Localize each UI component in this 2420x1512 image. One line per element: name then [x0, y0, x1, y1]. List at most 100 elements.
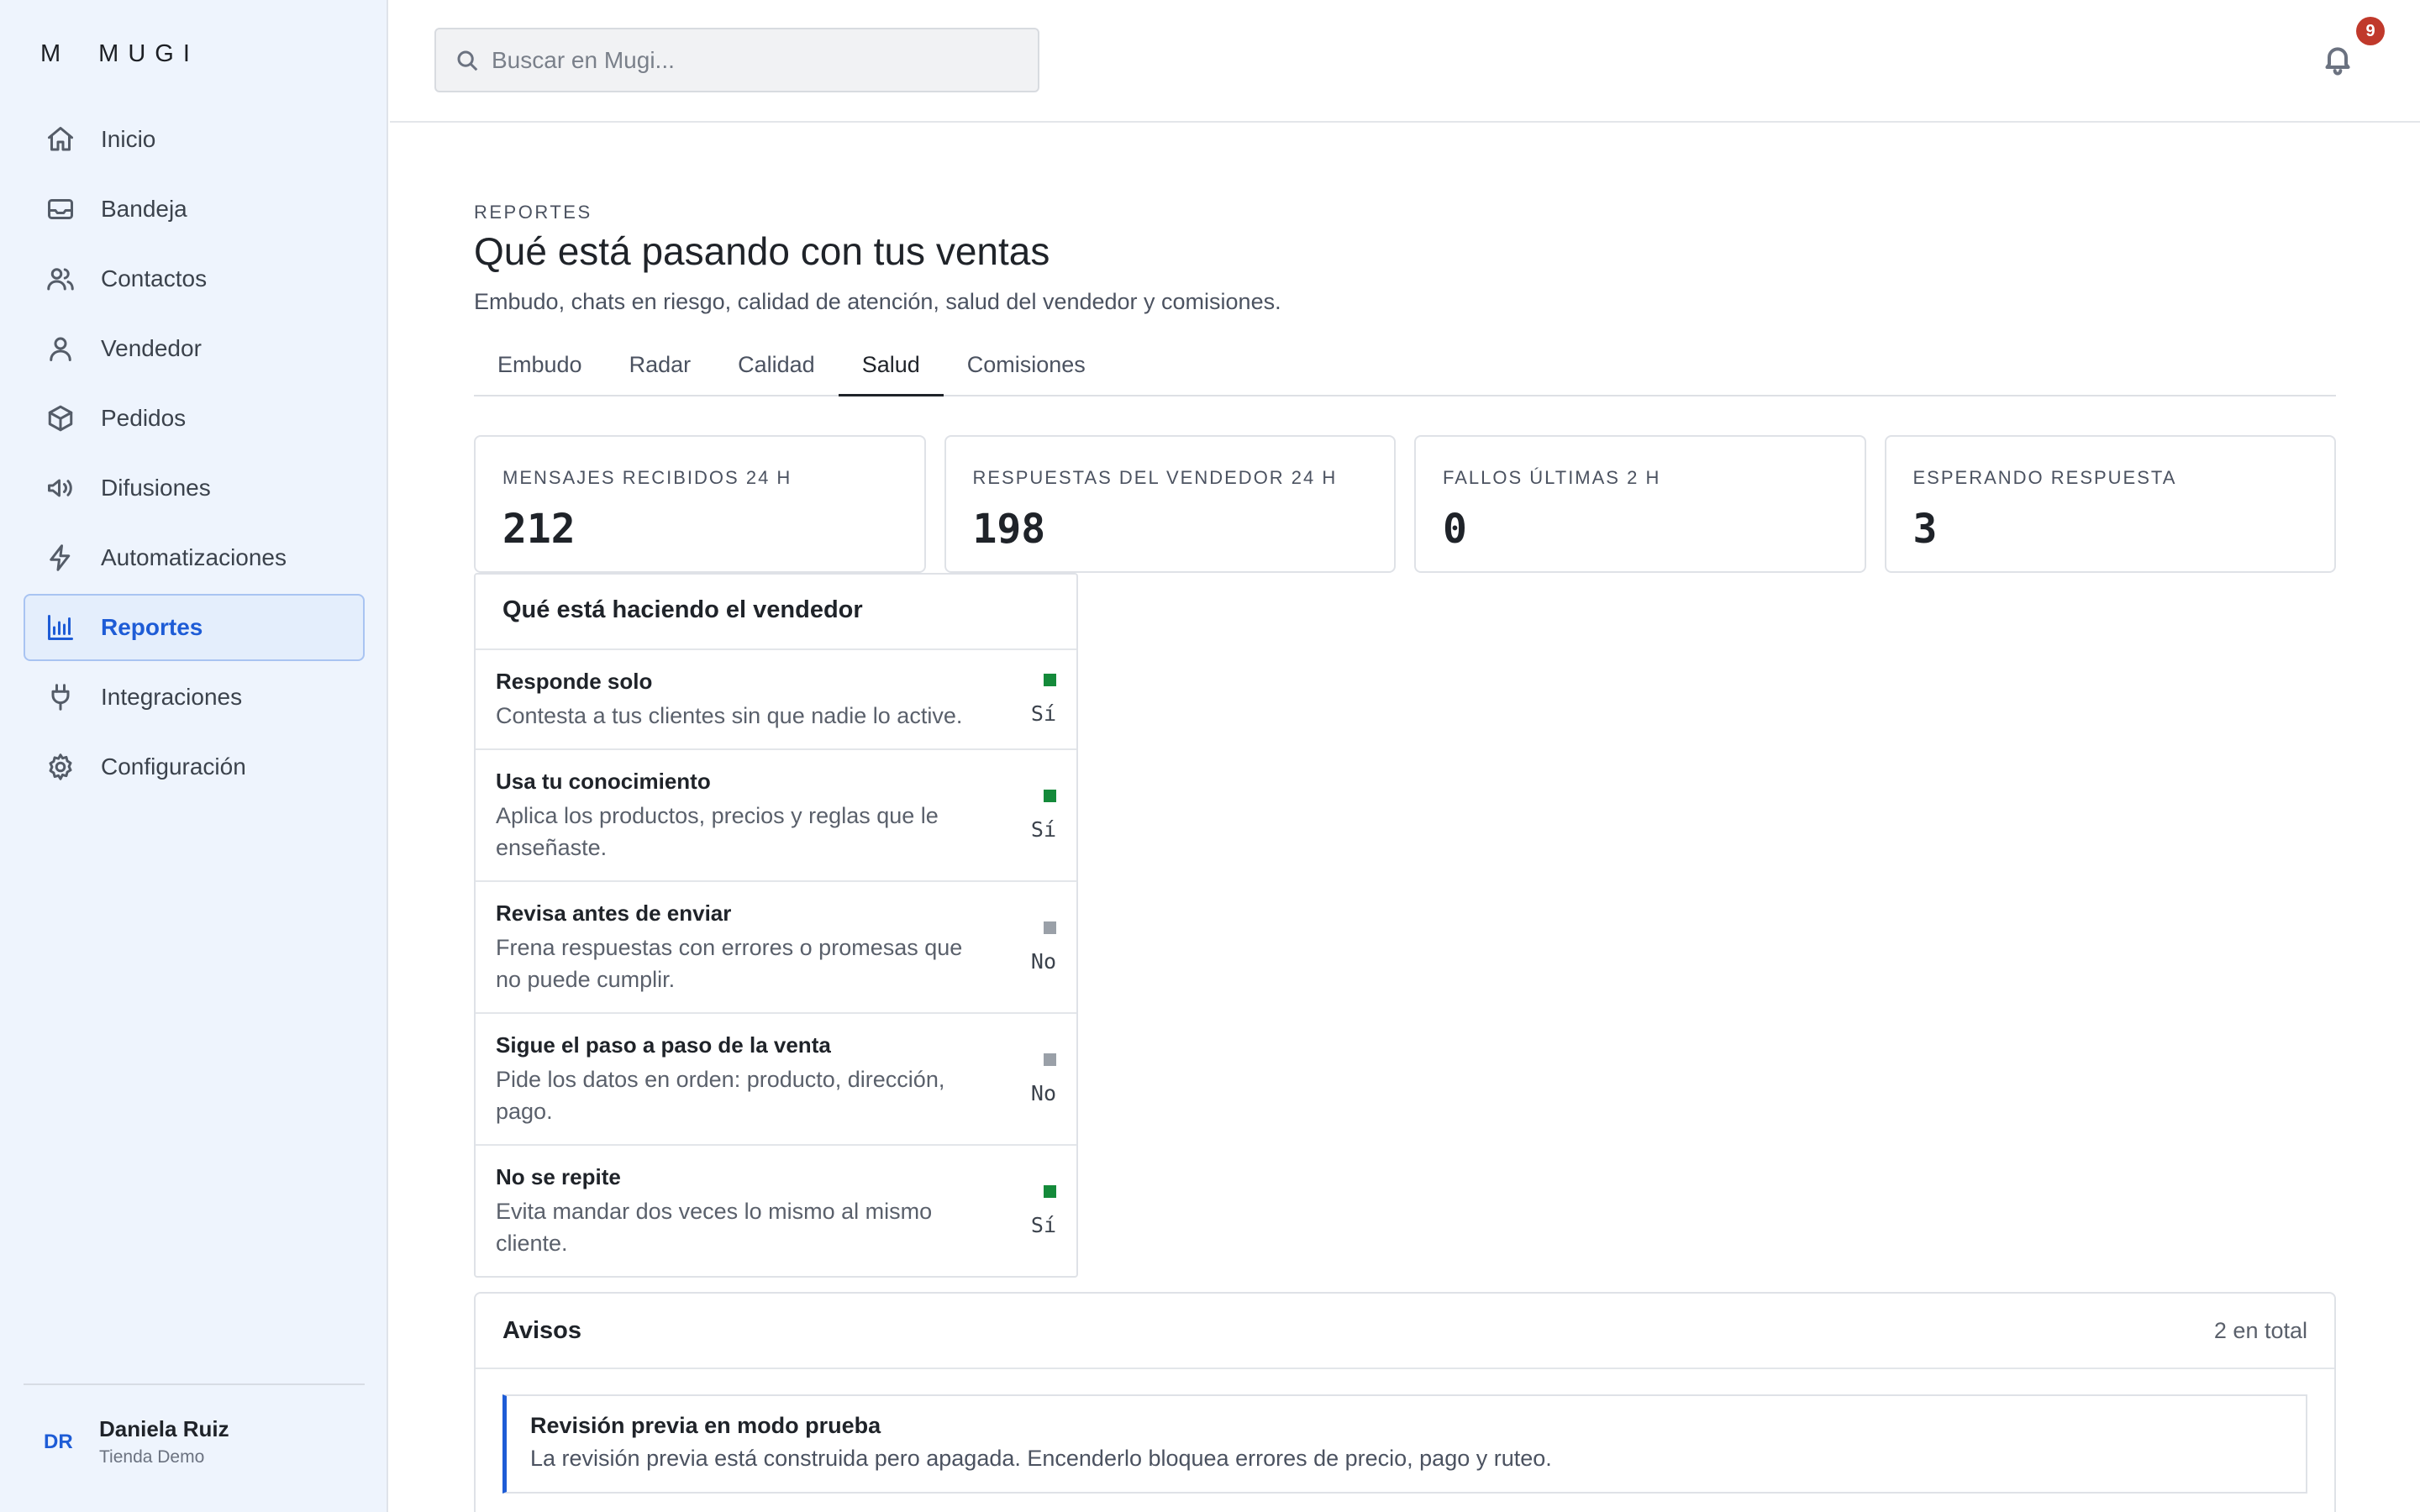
sidebar: M MUGI Inicio Bandeja Contactos Vendedor… — [0, 0, 388, 1512]
notification-badge: 9 — [2356, 17, 2385, 45]
sidebar-item-reportes[interactable]: Reportes — [24, 594, 365, 661]
feature-title: No se repite — [496, 1164, 621, 1189]
sidebar-item-label: Difusiones — [101, 475, 211, 501]
status-text: Sí — [1030, 1212, 1056, 1237]
status-indicator — [1044, 789, 1056, 802]
sidebar-item-label: Configuración — [101, 753, 246, 780]
avatar: DR — [44, 1430, 73, 1453]
box-icon — [44, 402, 77, 435]
megaphone-icon — [44, 471, 77, 505]
sidebar-item-pedidos[interactable]: Pedidos — [24, 385, 365, 452]
sidebar-item-label: Inicio — [101, 126, 156, 152]
sidebar-item-label: Reportes — [101, 614, 203, 640]
notices-count: 2 en total — [2213, 1317, 2307, 1343]
tab-comisiones[interactable]: Comisiones — [944, 349, 1109, 396]
status-text: No — [1030, 1080, 1056, 1105]
feature-status: Sí — [1030, 673, 1056, 726]
page-title: Qué está pasando con tus ventas — [474, 229, 1050, 273]
feature-title: Revisa antes de enviar — [496, 900, 732, 926]
status-text: No — [1030, 948, 1056, 974]
status-indicator — [1044, 673, 1056, 686]
feature-status: No — [1031, 1053, 1056, 1105]
stat-value: 212 — [502, 506, 576, 553]
vendor-feature-row: Revisa antes de enviar Frena respuestas … — [476, 882, 1076, 1014]
bar-chart-icon — [44, 611, 77, 644]
sidebar-item-integraciones[interactable]: Integraciones — [24, 664, 365, 731]
tab-calidad[interactable]: Calidad — [714, 349, 839, 396]
status-text: Sí — [1030, 701, 1056, 726]
bolt-icon — [44, 541, 77, 575]
stat-card: RESPUESTAS DEL VENDEDOR 24 H 198 — [944, 435, 1396, 573]
sidebar-divider — [24, 1383, 365, 1385]
vendor-activity-panel: Qué está haciendo el vendedor Responde s… — [474, 573, 1078, 1278]
sidebar-item-label: Pedidos — [101, 405, 187, 431]
stat-card: MENSAJES RECIBIDOS 24 H 212 — [474, 435, 926, 573]
sidebar-item-label: Bandeja — [101, 196, 187, 222]
feature-description: Pide los datos en orden: producto, direc… — [496, 1067, 945, 1124]
search-icon — [457, 50, 478, 71]
sidebar-item-configuracion[interactable]: Configuración — [24, 733, 365, 801]
feature-title: Usa tu conocimiento — [496, 769, 711, 794]
sidebar-item-label: Automatizaciones — [101, 544, 287, 570]
feature-title: Sigue el paso a paso de la venta — [496, 1032, 831, 1058]
notice-text: La revisión previa está construida pero … — [530, 1446, 1552, 1471]
stats-row: MENSAJES RECIBIDOS 24 H 212 RESPUESTAS D… — [474, 435, 2336, 573]
page-eyebrow: REPORTES — [474, 202, 592, 223]
stat-card: FALLOS ÚLTIMAS 2 H 0 — [1414, 435, 1866, 573]
vendor-feature-row: Sigue el paso a paso de la venta Pide lo… — [476, 1014, 1076, 1146]
status-indicator — [1044, 1184, 1056, 1198]
notifications-button[interactable] — [2321, 40, 2358, 81]
notices-title: Avisos — [502, 1316, 582, 1344]
sidebar-item-difusiones[interactable]: Difusiones — [24, 454, 365, 522]
stat-value: 0 — [1443, 506, 1467, 553]
feature-description: Aplica los productos, precios y reglas q… — [496, 803, 939, 860]
notice-title: Revisión previa en modo prueba — [530, 1413, 881, 1438]
home-icon — [44, 123, 77, 156]
feature-status: Sí — [1030, 789, 1056, 842]
stat-value: 3 — [1912, 506, 1938, 553]
stat-label: MENSAJES RECIBIDOS 24 H — [502, 467, 792, 488]
stat-label: FALLOS ÚLTIMAS 2 H — [1443, 467, 1661, 488]
feature-status: No — [1031, 921, 1056, 974]
stat-value: 198 — [972, 506, 1046, 553]
feature-description: Frena respuestas con errores o promesas … — [496, 935, 963, 992]
feature-status: Sí — [1030, 1184, 1056, 1237]
status-indicator — [1044, 921, 1056, 934]
sidebar-item-contactos[interactable]: Contactos — [24, 245, 365, 312]
inbox-icon — [44, 192, 77, 226]
vendor-feature-row: No se repite Evita mandar dos veces lo m… — [476, 1146, 1076, 1276]
panel-title: Qué está haciendo el vendedor — [476, 575, 1076, 650]
brand-letter: M — [40, 40, 71, 67]
page-subtitle: Embudo, chats en riesgo, calidad de aten… — [474, 289, 1281, 314]
sidebar-nav: Inicio Bandeja Contactos Vendedor Pedido… — [24, 106, 365, 803]
brand-name: MUGI — [98, 40, 199, 67]
sidebar-item-bandeja[interactable]: Bandeja — [24, 176, 365, 243]
tab-radar[interactable]: Radar — [606, 349, 715, 396]
user-store: Tienda Demo — [99, 1447, 205, 1467]
stat-label: ESPERANDO RESPUESTA — [1912, 467, 2177, 488]
report-tabs: Embudo Radar Calidad Salud Comisiones — [474, 349, 2336, 396]
sidebar-item-label: Vendedor — [101, 335, 202, 361]
status-indicator — [1044, 1053, 1056, 1066]
notices-header: Avisos 2 en total — [476, 1294, 2334, 1369]
search-box[interactable] — [434, 28, 1039, 92]
search-input[interactable] — [492, 46, 1013, 74]
user-profile[interactable]: DR Daniela Ruiz Tienda Demo — [44, 1416, 229, 1467]
user-icon — [44, 332, 77, 365]
tab-embudo[interactable]: Embudo — [474, 349, 606, 396]
feature-description: Evita mandar dos veces lo mismo al mismo… — [496, 1199, 933, 1256]
sidebar-item-label: Integraciones — [101, 684, 243, 710]
vendor-feature-row: Usa tu conocimiento Aplica los productos… — [476, 750, 1076, 882]
notice-item[interactable]: Revisión previa en modo prueba La revisi… — [502, 1394, 2307, 1494]
users-icon — [44, 262, 77, 296]
stat-card: ESPERANDO RESPUESTA 3 — [1884, 435, 2336, 573]
sidebar-item-vendedor[interactable]: Vendedor — [24, 315, 365, 382]
status-text: Sí — [1030, 816, 1056, 842]
vendor-feature-row: Responde solo Contesta a tus clientes si… — [476, 650, 1076, 750]
sidebar-item-inicio[interactable]: Inicio — [24, 106, 365, 173]
sidebar-item-automatizaciones[interactable]: Automatizaciones — [24, 524, 365, 591]
brand-logo[interactable]: M MUGI — [40, 40, 199, 68]
tab-salud[interactable]: Salud — [838, 349, 944, 396]
stat-label: RESPUESTAS DEL VENDEDOR 24 H — [972, 467, 1338, 488]
user-name: Daniela Ruiz — [99, 1416, 229, 1441]
